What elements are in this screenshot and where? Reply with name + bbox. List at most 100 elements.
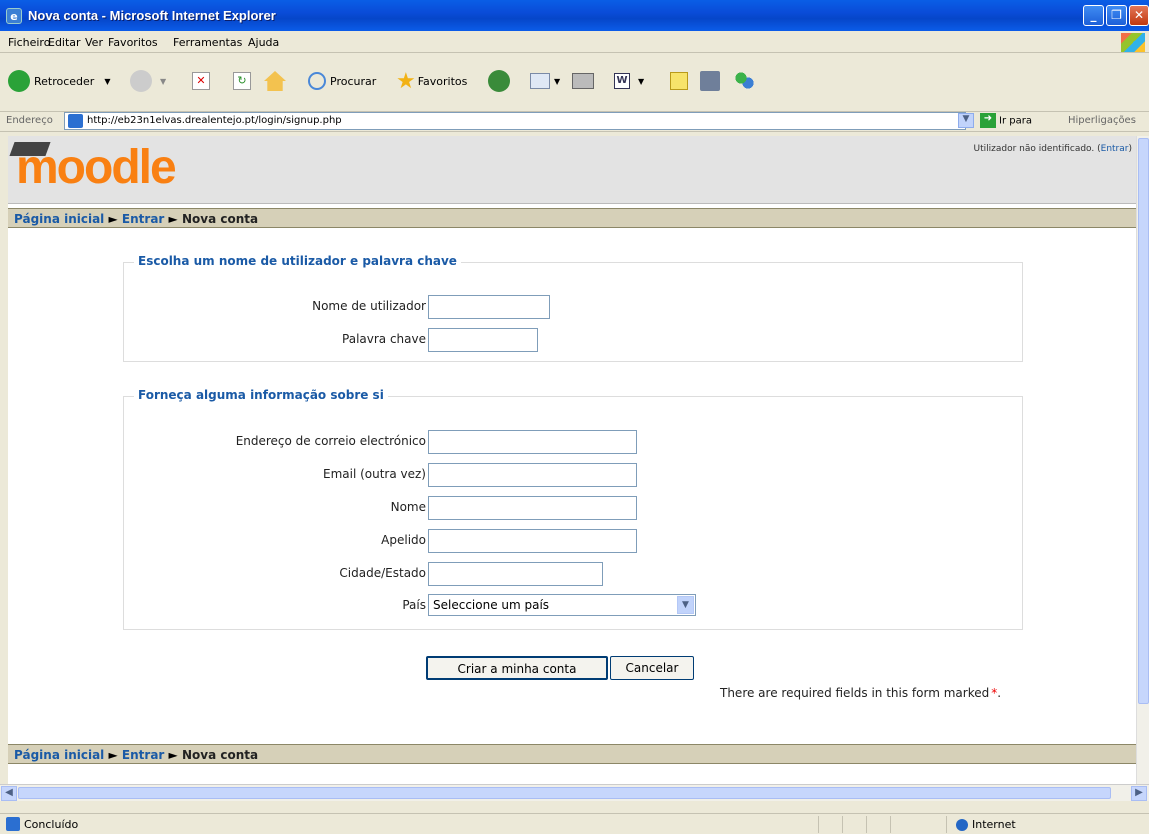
print-icon: [572, 73, 594, 89]
lastname-label: Apelido*: [381, 533, 434, 547]
history-icon: [488, 70, 510, 92]
firstname-row: Nome*: [124, 496, 1022, 520]
city-input[interactable]: [428, 562, 603, 586]
dropdown-arrow-icon: ▼: [638, 76, 645, 86]
status-divider: [866, 816, 867, 833]
firstname-input[interactable]: [428, 496, 637, 520]
url-dropdown-button[interactable]: ▼: [958, 113, 974, 128]
address-bar: Endereço http://eb23n1elvas.drealentejo.…: [0, 110, 1149, 132]
username-label: Nome de utilizador*: [312, 299, 434, 313]
status-bar: Concluído Internet: [0, 813, 1149, 834]
minimize-button[interactable]: _: [1083, 5, 1104, 26]
menu-favoritos[interactable]: Favoritos: [108, 36, 158, 49]
maximize-button[interactable]: ❐: [1106, 5, 1127, 26]
email-input[interactable]: [428, 430, 637, 454]
windows-logo-icon: [1121, 33, 1145, 52]
breadcrumb-home-link[interactable]: Página inicial: [14, 212, 104, 226]
research-button[interactable]: [700, 67, 720, 95]
print-button[interactable]: [572, 67, 594, 95]
scroll-left-button[interactable]: ◀: [1, 786, 17, 801]
user-status: Utilizador não identificado.: [973, 144, 1095, 154]
account-legend: Escolha um nome de utilizador e palavra …: [134, 254, 461, 268]
url-input[interactable]: http://eb23n1elvas.drealentejo.pt/login/…: [64, 112, 966, 130]
close-button[interactable]: ✕: [1129, 5, 1149, 26]
url-text: http://eb23n1elvas.drealentejo.pt/login/…: [87, 115, 342, 126]
breadcrumb-login-link[interactable]: Entrar: [122, 748, 164, 762]
breadcrumb-sep: ►: [108, 212, 118, 226]
menu-ferramentas[interactable]: Ferramentas: [173, 36, 242, 49]
go-label: Ir para: [999, 115, 1032, 127]
horizontal-scrollbar[interactable]: ◀ ▶: [0, 784, 1149, 801]
chevron-down-icon: ▼: [677, 596, 694, 614]
dropdown-arrow-icon: ▼: [104, 76, 111, 86]
links-toolbar[interactable]: Hiperligações: [1068, 115, 1136, 126]
word-icon: W: [614, 73, 630, 89]
password-input[interactable]: [428, 328, 538, 352]
menu-ver[interactable]: Ver: [85, 36, 103, 49]
city-label: Cidade/Estado*: [339, 566, 434, 580]
country-select[interactable]: Seleccione um país ▼: [428, 594, 696, 616]
title-bar: e Nova conta - Microsoft Internet Explor…: [0, 0, 1149, 31]
page-content: moodle Utilizador não identificado. (Ent…: [8, 136, 1136, 784]
breadcrumb-sep: ►: [168, 212, 178, 226]
globe-icon: [956, 819, 968, 831]
required-fields-note: There are required fields in this form m…: [720, 686, 1002, 700]
menu-ajuda[interactable]: Ajuda: [248, 36, 279, 49]
stop-button[interactable]: ✕: [192, 67, 210, 95]
breadcrumb-current: Nova conta: [181, 748, 259, 762]
search-button[interactable]: Procurar: [308, 67, 376, 95]
login-info: Utilizador não identificado. (Entrar): [973, 144, 1133, 154]
messenger-button[interactable]: [734, 67, 754, 95]
cancel-button[interactable]: Cancelar: [610, 656, 694, 680]
books-icon: [700, 71, 720, 91]
ie-page-icon: [68, 114, 83, 128]
edit-button[interactable]: W ▼: [614, 67, 644, 95]
search-icon: [308, 72, 326, 90]
email-label: Endereço de correio electrónico*: [235, 434, 434, 448]
breadcrumb-login-link[interactable]: Entrar: [122, 212, 164, 226]
page-header: moodle Utilizador não identificado. (Ent…: [8, 136, 1136, 204]
menu-editar[interactable]: Editar: [48, 36, 81, 49]
window-title: Nova conta - Microsoft Internet Explorer: [28, 8, 276, 23]
forward-arrow-icon: [130, 70, 152, 92]
breadcrumb-sep: ►: [168, 748, 178, 762]
vertical-scrollbar[interactable]: [1136, 136, 1149, 784]
profile-legend: Forneça alguma informação sobre si: [134, 388, 388, 402]
email-confirm-input[interactable]: [428, 463, 637, 487]
lastname-input[interactable]: [428, 529, 637, 553]
email-confirm-row: Email (outra vez)*: [124, 463, 1022, 487]
refresh-button[interactable]: ↻: [233, 67, 251, 95]
browser-window: e Nova conta - Microsoft Internet Explor…: [0, 0, 1149, 834]
password-label: Palavra chave*: [342, 332, 434, 346]
scroll-right-button[interactable]: ▶: [1131, 786, 1147, 801]
status-divider: [890, 816, 891, 833]
page-done-icon: [6, 817, 20, 831]
home-button[interactable]: [264, 67, 286, 95]
ie-app-icon: e: [6, 8, 22, 24]
go-button[interactable]: ➜ Ir para: [980, 113, 1032, 128]
back-arrow-icon: [8, 70, 30, 92]
mail-icon: [530, 73, 550, 89]
login-link[interactable]: Entrar: [1101, 144, 1129, 154]
country-selected: Seleccione um país: [433, 598, 550, 612]
favorites-button[interactable]: ★ Favoritos: [396, 67, 467, 95]
create-account-button[interactable]: Criar a minha conta: [426, 656, 608, 680]
history-button[interactable]: [488, 67, 510, 95]
menu-ficheiro[interactable]: Ficheiro: [8, 36, 50, 49]
back-label: Retroceder: [34, 74, 95, 88]
vertical-scroll-thumb[interactable]: [1138, 138, 1149, 704]
breadcrumb: Página inicial ► Entrar ► Nova conta: [8, 208, 1136, 228]
email-confirm-label: Email (outra vez)*: [322, 467, 434, 481]
horizontal-scroll-thumb[interactable]: [18, 787, 1111, 799]
breadcrumb-current: Nova conta: [181, 212, 259, 226]
discuss-button[interactable]: [670, 67, 688, 95]
mail-button[interactable]: ▼: [530, 67, 560, 95]
forward-button[interactable]: ▼: [130, 67, 166, 95]
breadcrumb-home-link[interactable]: Página inicial: [14, 748, 104, 762]
back-button[interactable]: Retroceder ▼: [8, 67, 110, 95]
toolbar: Retroceder ▼ ▼ ✕ ↻ Procurar ★ Favoritos: [0, 53, 1149, 112]
status-divider: [946, 816, 947, 833]
moodle-logo: moodle: [16, 141, 177, 194]
form-buttons: Criar a minha conta Cancelar: [426, 656, 696, 680]
username-input[interactable]: [428, 295, 550, 319]
